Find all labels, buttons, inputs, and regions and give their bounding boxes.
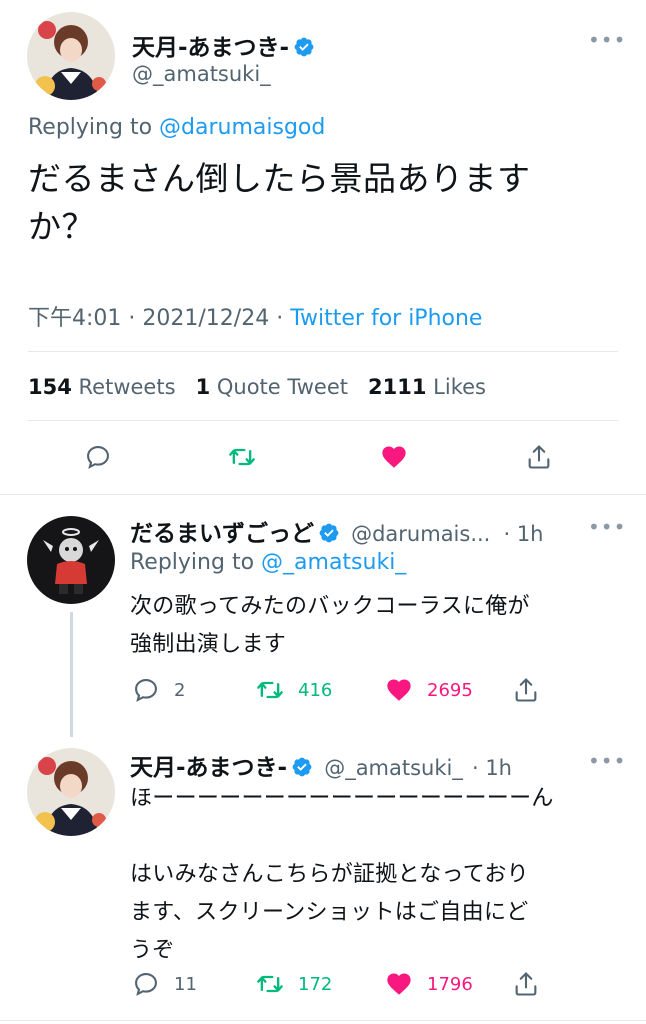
reply-button[interactable]: 2 — [132, 676, 185, 704]
tweet-meta: 下午4:01 · 2021/12/24 · Twitter for iPhone — [28, 300, 482, 332]
reply-icon — [135, 679, 157, 702]
like-button[interactable]: 1796 — [385, 970, 473, 998]
heart-icon — [382, 446, 406, 468]
reply-text-line: 次の歌ってみたのバックコーラスに俺が — [130, 594, 530, 619]
likes-stat[interactable]: 2111 Likes — [368, 375, 486, 399]
reply-icon — [135, 973, 157, 996]
thread-line — [70, 612, 73, 737]
meta-separator: · — [276, 306, 284, 331]
reply-text-blank-line — [130, 818, 620, 856]
reply-text: 次の歌ってみたのバックコーラスに俺が 強制出演します — [130, 588, 620, 664]
retweet-icon — [229, 448, 255, 466]
likes-count: 2111 — [368, 375, 427, 399]
verified-badge-icon — [294, 37, 314, 57]
quotes-label: Quote Tweet — [216, 375, 348, 399]
retweet-icon — [257, 681, 283, 699]
avatar-amatsuki[interactable] — [27, 748, 115, 836]
reply-header: 天月-あまつき- @_amatsuki_ · 1h — [130, 748, 512, 782]
reply-text-line: 強制出演します — [130, 632, 287, 657]
retweets-label: Retweets — [78, 375, 176, 399]
likes-label: Likes — [433, 375, 486, 399]
reply-text-line: ます、スクリーンショットはご自由にど — [130, 900, 529, 925]
divider — [28, 420, 618, 421]
quotes-stat[interactable]: 1 Quote Tweet — [196, 375, 348, 399]
retweets-count: 154 — [28, 375, 72, 399]
share-icon — [528, 445, 550, 469]
retweet-button[interactable]: 416 — [256, 676, 332, 704]
share-button[interactable] — [525, 443, 553, 471]
author-handle[interactable]: @_amatsuki_ — [132, 62, 271, 86]
divider — [28, 351, 618, 352]
heart-icon — [387, 973, 411, 995]
reply-time[interactable]: · 1h — [472, 756, 512, 780]
reply-button[interactable] — [84, 443, 112, 471]
like-button[interactable] — [380, 443, 408, 471]
reply-text-line: ほーーーーーーーーーーーーーーーーーん — [130, 786, 554, 811]
replying-to-link[interactable]: @darumaisgod — [159, 115, 325, 140]
retweet-count: 172 — [298, 973, 333, 995]
like-button[interactable]: 2695 — [385, 676, 473, 704]
reply-count: 11 — [174, 973, 197, 995]
more-icon[interactable]: ••• — [588, 749, 626, 773]
verified-badge-icon — [319, 523, 339, 543]
tweet-time[interactable]: 下午4:01 — [28, 306, 121, 331]
author-name-text[interactable]: 天月-あまつき- — [132, 35, 289, 61]
tweet-date[interactable]: 2021/12/24 — [142, 306, 269, 331]
reply-text-line: はいみなさんこちらが証拠となっており — [130, 862, 529, 887]
replying-prefix: Replying to — [28, 115, 160, 140]
quotes-count: 1 — [195, 375, 211, 399]
tweet-text: だるまさん倒したら景品ありますか？ — [28, 159, 531, 246]
divider — [0, 494, 646, 495]
retweet-icon — [257, 975, 283, 993]
tweet-stats: 154 Retweets 1 Quote Tweet 2111 Likes — [28, 375, 486, 399]
replying-prefix: Replying to — [130, 550, 262, 575]
reply-button[interactable]: 11 — [132, 970, 197, 998]
reply-icon — [87, 446, 109, 469]
reply-header: だるまいずごっど @darumais... · 1h — [130, 514, 544, 548]
meta-separator: · — [128, 306, 136, 331]
replying-to-link[interactable]: @_amatsuki_ — [261, 550, 406, 575]
verified-badge-icon — [292, 757, 312, 777]
share-button[interactable] — [512, 676, 540, 704]
reply-count: 2 — [174, 679, 186, 701]
retweet-button[interactable] — [228, 443, 256, 471]
more-icon[interactable]: ••• — [588, 515, 626, 539]
author-name[interactable]: 天月-あまつき- — [132, 28, 315, 62]
reply-author-handle[interactable]: @darumais... — [351, 522, 490, 546]
reply-author-name[interactable]: 天月-あまつき- — [130, 755, 287, 781]
avatar-darumaisgod[interactable] — [27, 516, 115, 604]
avatar-amatsuki[interactable] — [27, 12, 115, 100]
reply-author-name[interactable]: だるまいずごっど — [130, 521, 314, 547]
tweet-source-link[interactable]: Twitter for iPhone — [290, 306, 482, 331]
share-button[interactable] — [512, 970, 540, 998]
divider — [0, 1020, 646, 1021]
reply-author-handle[interactable]: @_amatsuki_ — [324, 756, 463, 780]
like-count: 1796 — [427, 973, 473, 995]
replying-to-line: Replying to @darumaisgod — [28, 115, 325, 140]
retweets-stat[interactable]: 154 Retweets — [28, 375, 176, 399]
retweet-button[interactable]: 172 — [256, 970, 332, 998]
reply-text-line: うぞ — [130, 938, 175, 963]
share-icon — [515, 972, 537, 996]
reply-text: ほーーーーーーーーーーーーーーーーーん はいみなさんこちらが証拠となっており ま… — [130, 780, 620, 970]
reply-time[interactable]: · 1h — [503, 522, 543, 546]
share-icon — [515, 678, 537, 702]
like-count: 2695 — [427, 679, 473, 701]
heart-icon — [387, 679, 411, 701]
more-icon[interactable]: ••• — [588, 28, 626, 52]
replying-to-line: Replying to @_amatsuki_ — [130, 550, 406, 575]
retweet-count: 416 — [298, 679, 333, 701]
